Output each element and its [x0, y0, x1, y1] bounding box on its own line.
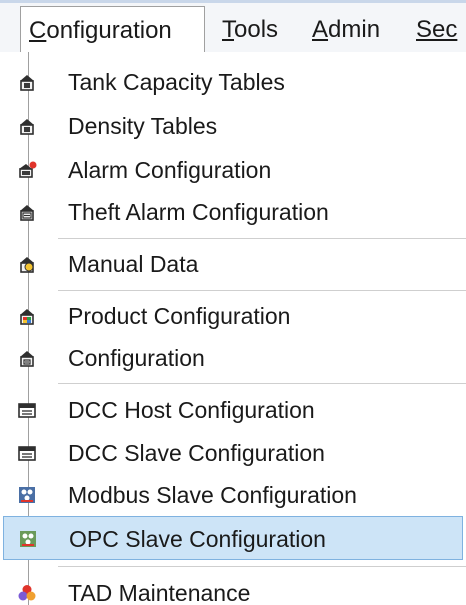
dcc-host-icon [17, 400, 37, 420]
menu-item-theft-alarm-configuration[interactable]: Theft Alarm Configuration [0, 190, 466, 234]
menu-item-manual-data[interactable]: Manual Data [0, 242, 466, 286]
menu-item-label: TAD Maintenance [68, 580, 251, 605]
menu-item-modbus-slave-configuration[interactable]: Modbus Slave Configuration [0, 473, 466, 517]
menu-security-label: Sec [416, 16, 458, 43]
menu-item-alarm-configuration[interactable]: Alarm Configuration [0, 148, 466, 192]
menu-item-configuration[interactable]: Configuration [0, 336, 466, 380]
menu-configuration[interactable]: Configuration [20, 6, 205, 53]
modbus-icon [17, 485, 37, 505]
menu-item-label: Theft Alarm Configuration [68, 199, 329, 225]
menu-security[interactable]: Sec [416, 6, 457, 53]
menu-separator [58, 238, 466, 239]
menu-item-dcc-host-configuration[interactable]: DCC Host Configuration [0, 388, 466, 432]
menu-tools-mnemonic: T [222, 16, 234, 43]
menu-admin-mnemonic: A [312, 16, 329, 43]
menu-item-dcc-slave-configuration[interactable]: DCC Slave Configuration [0, 431, 466, 475]
menu-item-label: Density Tables [68, 113, 218, 139]
menu-item-label: Configuration [68, 345, 205, 371]
dcc-slave-icon [17, 443, 37, 463]
menu-item-label: Alarm Configuration [68, 157, 272, 183]
menu-item-label: Product Configuration [68, 303, 291, 329]
menu-configuration-mnemonic: C [29, 17, 47, 44]
manual-data-icon [17, 254, 37, 274]
menu-bar: Configuration Tools Admin Sec [0, 0, 466, 53]
menu-item-tad-maintenance[interactable]: TAD Maintenance [0, 571, 466, 605]
menu-item-label: Manual Data [68, 251, 199, 277]
menu-item-opc-slave-configuration[interactable]: OPC Slave Configuration [3, 516, 463, 560]
menu-item-density-tables[interactable]: Density Tables [0, 104, 466, 148]
menu-item-label: DCC Slave Configuration [68, 440, 325, 466]
opc-icon [18, 529, 38, 549]
theft-alarm-icon [17, 202, 37, 222]
menu-item-tank-capacity-tables[interactable]: Tank Capacity Tables [0, 60, 466, 104]
menu-item-label: OPC Slave Configuration [69, 526, 326, 552]
menu-tools[interactable]: Tools [222, 6, 278, 53]
menu-tools-label: ools [234, 16, 279, 43]
menu-separator [58, 290, 466, 291]
tank-table-icon [17, 72, 37, 92]
menu-item-label: Modbus Slave Configuration [68, 482, 357, 508]
menu-item-label: DCC Host Configuration [68, 397, 315, 423]
tank-table-icon [17, 116, 37, 136]
configuration-icon [17, 348, 37, 368]
menu-separator [58, 566, 466, 567]
tad-maintenance-icon [17, 583, 37, 603]
menu-item-product-configuration[interactable]: Product Configuration [0, 294, 466, 338]
menu-configuration-label: onfiguration [46, 17, 172, 44]
menu-separator [58, 383, 466, 384]
product-icon [17, 306, 37, 326]
menu-admin-label: dmin [328, 16, 381, 43]
menu-item-label: Tank Capacity Tables [68, 69, 285, 95]
menu-admin[interactable]: Admin [312, 6, 380, 53]
alarm-icon [17, 160, 37, 180]
